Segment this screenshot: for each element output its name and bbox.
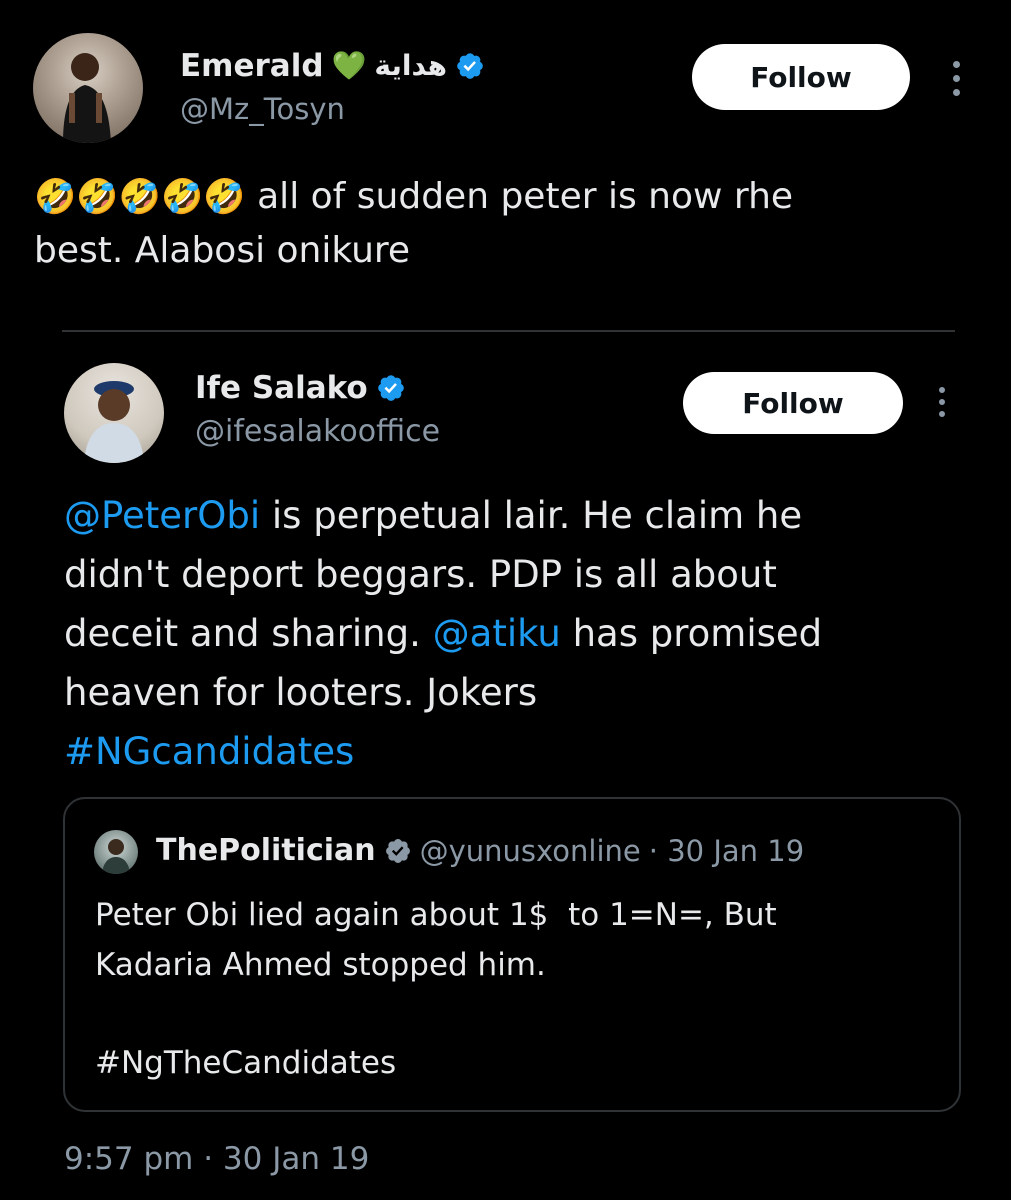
hashtag-link[interactable]: #NGcandidates (64, 722, 964, 781)
embedded-author-name-row: Ife Salako (195, 368, 406, 408)
tweet-text-line1-words: all of sudden peter is now rhe (257, 176, 794, 217)
quoted-tweet-date: · 30 Jan 19 (648, 834, 805, 868)
mention-link[interactable]: @atiku (433, 612, 561, 655)
follow-button[interactable]: Follow (692, 44, 910, 110)
embedded-follow-button[interactable]: Follow (683, 372, 903, 434)
embedded-body-line2: didn't deport beggars. PDP is all about (64, 553, 777, 596)
embedded-body-line3-pre: deceit and sharing. (64, 612, 433, 655)
laughing-emojis: 🤣🤣🤣🤣🤣 (34, 177, 246, 217)
quoted-header-row: ThePolitician @yunusxonline · 30 Jan 19 (156, 830, 804, 872)
embedded-tweet-body: @PeterObi is perpetual lair. He claim he… (64, 486, 964, 781)
embedded-author-avatar[interactable] (64, 363, 164, 463)
embedded-more-options-icon[interactable] (929, 382, 955, 422)
quoted-hashtag: #NgTheCandidates (95, 1045, 397, 1081)
quoted-body-spacer (95, 990, 945, 1038)
quoted-tweet-body: Peter Obi lied again about 1$ to 1=N=, B… (95, 890, 945, 1088)
author-name-row: Emerald 💚 هداية (180, 46, 485, 86)
avatar-person-silhouette (63, 53, 111, 143)
embedded-author-handle[interactable]: @ifesalakooffice (195, 413, 440, 451)
mention-link[interactable]: @PeterObi (64, 494, 260, 537)
embedded-body-line3-post: has promised (560, 612, 823, 655)
verified-badge-icon (457, 53, 483, 79)
author-handle[interactable]: @Mz_Tosyn (180, 90, 345, 128)
verified-badge-grey-icon (385, 839, 410, 863)
quoted-body-line2: Kadaria Ahmed stopped him. (95, 947, 546, 983)
quoted-body-line1: Peter Obi lied again about 1$ to 1=N=, B… (95, 897, 777, 933)
embedded-body-line1: @PeterObi is perpetual lair. He claim he (64, 486, 964, 545)
verified-badge-icon (377, 375, 404, 401)
embedded-body-line3: deceit and sharing. @atiku has promised (64, 604, 964, 663)
author-name-arabic: هداية (374, 49, 448, 82)
author-avatar[interactable] (33, 33, 143, 143)
embedded-body-line4: heaven for looters. Jokers (64, 671, 538, 714)
embedded-author-display-name: Ife Salako (195, 370, 368, 406)
tweet-text-line1: 🤣🤣🤣🤣🤣 all of sudden peter is now rhe (34, 170, 984, 224)
quoted-author-handle[interactable]: @yunusxonline (420, 830, 641, 872)
more-options-icon[interactable] (941, 56, 971, 100)
tweet-timestamp[interactable]: 9:57 pm · 30 Jan 19 (64, 1138, 369, 1180)
embedded-avatar-silhouette (84, 381, 144, 463)
quoted-author-display-name: ThePolitician (156, 833, 376, 868)
quoted-avatar-silhouette (102, 839, 130, 874)
author-display-name: Emerald (180, 48, 324, 84)
embedded-tweet-divider (62, 330, 955, 332)
tweet-text-line2: best. Alabosi onikure (34, 230, 411, 271)
quoted-author-avatar[interactable] (94, 830, 138, 874)
tweet-text: 🤣🤣🤣🤣🤣 all of sudden peter is now rhe bes… (34, 170, 984, 278)
green-heart-icon: 💚 (331, 49, 367, 82)
embedded-body-line1-text: is perpetual lair. He claim he (260, 494, 803, 537)
